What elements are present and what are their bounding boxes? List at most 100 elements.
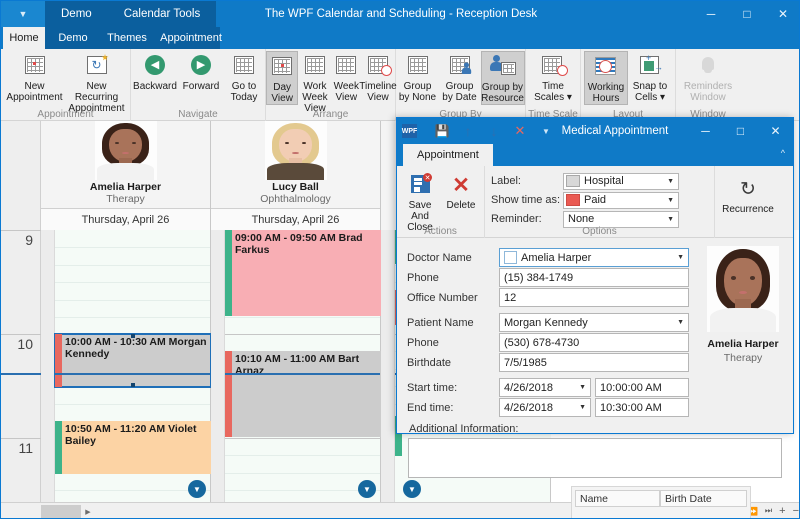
patient-name-combobox[interactable]: Morgan Kennedy ▼ [499, 313, 689, 332]
resource-card: Lucy Ball Ophthalmology [211, 121, 380, 206]
ribbon-group-group-by: Group by None Group by Date Group by Res… [396, 49, 526, 121]
nav-last-icon[interactable]: ⏭ [765, 506, 772, 516]
dialog-minimize-button[interactable]: ─ [688, 118, 723, 144]
button-label: Backward [133, 81, 177, 92]
button-snap-to-cells[interactable]: +→ Snap to Cells ▾ [628, 51, 672, 103]
resize-handle-bottom[interactable] [131, 383, 135, 387]
save-icon[interactable]: 💾 [429, 118, 455, 144]
arrow-down-icon[interactable]: ↓ [481, 118, 507, 144]
resource-column-lucy-ball[interactable]: Lucy Ball Ophthalmology Thursday, April … [211, 121, 381, 230]
chevron-down-icon[interactable]: ▼ [677, 254, 684, 261]
button-label: Group by None [399, 81, 436, 103]
quick-access-toolbar-dropdown[interactable]: ▼ [1, 1, 45, 27]
ribbon: New Appointment ↻ New Recurring Appointm… [1, 49, 800, 121]
button-save-and-close[interactable]: ✕ Save And Close [399, 170, 441, 233]
day-column-lucy-ball[interactable]: 09:00 AM - 09:50 AM Brad Farkus 10:10 AM… [211, 230, 381, 502]
button-new-recurring-appointment[interactable]: ↻ New Recurring Appointment [66, 51, 128, 114]
contextual-tab-demo[interactable]: Demo [45, 1, 108, 27]
time-cells[interactable]: 10:00 AM - 10:30 AM Morgan Kennedy 10:50… [55, 230, 210, 502]
patient-phone-input[interactable]: (530) 678-4730 [499, 333, 689, 352]
doctor-name-combobox[interactable]: Amelia Harper ▼ [499, 248, 689, 267]
button-time-scales[interactable]: Time Scales ▾ [529, 51, 577, 103]
collapse-ribbon-icon[interactable]: ^ [781, 148, 785, 158]
chevron-down-icon[interactable]: ▼ [667, 178, 674, 185]
resize-handle-top[interactable] [131, 334, 135, 338]
nav-add-icon[interactable]: + [779, 505, 785, 517]
arrow-up-icon[interactable]: ↑ [455, 118, 481, 144]
button-delete[interactable]: ✕ Delete [441, 170, 481, 233]
button-work-week-view[interactable]: Work Week View [298, 51, 331, 114]
button-week-view[interactable]: Week View [332, 51, 361, 103]
time-cells[interactable]: 09:00 AM - 09:50 AM Brad Farkus 10:10 AM… [225, 230, 380, 502]
tab-appointment[interactable]: Appointment [155, 27, 227, 49]
field-value: Morgan Kennedy [504, 317, 588, 329]
column-header-name[interactable]: Name [575, 490, 660, 507]
button-label: Week View [334, 81, 359, 103]
day-column-amelia-harper[interactable]: 10:00 AM - 10:30 AM Morgan Kennedy 10:50… [41, 230, 211, 502]
show-time-as-combobox[interactable]: Paid ▼ [563, 192, 679, 209]
tab-demo[interactable]: Demo [51, 27, 95, 49]
working-hours-icon [592, 54, 620, 80]
appointment-morgan-kennedy[interactable]: 10:00 AM - 10:30 AM Morgan Kennedy [55, 334, 211, 387]
patients-mini-grid[interactable]: Name Birth Date [571, 486, 751, 519]
contextual-tab-calendar-tools[interactable]: Calendar Tools [108, 1, 217, 27]
button-new-appointment[interactable]: New Appointment [4, 51, 66, 103]
more-appointments-button[interactable]: ▼ [358, 480, 376, 498]
button-forward[interactable]: ▶ Forward [178, 51, 224, 92]
appointment-bart-arnaz[interactable]: 10:10 AM - 11:00 AM Bart Arnaz [225, 351, 381, 437]
office-number-input[interactable]: 12 [499, 288, 689, 307]
doctor-phone-input[interactable]: (15) 384-1749 [499, 268, 689, 287]
dialog-close-button[interactable]: ✕ [758, 118, 793, 144]
dialog-tab-appointment[interactable]: Appointment [403, 144, 493, 166]
chevron-down-icon[interactable]: ▼ [579, 384, 586, 391]
nav-remove-icon[interactable]: − [793, 505, 799, 517]
button-day-view[interactable]: Day View [266, 51, 298, 105]
reminder-combobox[interactable]: None ▼ [563, 211, 679, 228]
end-time-input[interactable]: 10:30:00 AM [595, 398, 689, 417]
close-button[interactable]: ✕ [765, 1, 800, 27]
minimize-button[interactable]: ─ [693, 1, 729, 27]
chevron-down-icon[interactable]: ▼ [579, 404, 586, 411]
dialog-tab-strip: Appointment ^ [397, 144, 793, 166]
chevron-down-icon[interactable]: ▼ [667, 216, 674, 223]
column-header-birth-date[interactable]: Birth Date [660, 490, 747, 507]
button-recurrence[interactable]: ↻ Recurrence [717, 174, 779, 215]
chevron-down-icon[interactable]: ▼ [677, 319, 684, 326]
more-appointments-button[interactable]: ▼ [188, 480, 206, 498]
dialog-ribbon: ✕ Save And Close ✕ Delete Actions Label: [397, 166, 793, 238]
status-color-swatch [566, 194, 580, 206]
dialog-group-label: Options [485, 226, 714, 237]
button-group-by-date[interactable]: Group by Date [439, 51, 481, 103]
hour-label-11: 11 [1, 440, 33, 456]
dialog-title-bar: WPF 💾 ↑ ↓ ✕ ▼ Medical Appointment ─ □ ✕ [397, 118, 793, 144]
tab-home[interactable]: Home [3, 27, 45, 49]
appointment-violet-bailey[interactable]: 10:50 AM - 11:20 AM Violet Bailey [55, 421, 211, 474]
more-appointments-button[interactable]: ▼ [403, 480, 421, 498]
dialog-maximize-button[interactable]: □ [723, 118, 758, 144]
label-combobox[interactable]: Hospital ▼ [563, 173, 679, 190]
maximize-button[interactable]: □ [729, 1, 765, 27]
button-timeline-view[interactable]: Timeline View [361, 51, 395, 103]
ribbon-group-label: Arrange [266, 109, 395, 120]
wpf-logo-icon: WPF [402, 124, 417, 138]
birthdate-input[interactable]: 7/5/1985 [499, 353, 689, 372]
scroll-right-button[interactable]: ▶ [81, 505, 95, 518]
qat-dropdown-icon[interactable]: ▼ [533, 118, 559, 144]
button-group-by-resource[interactable]: Group by Resource [481, 51, 525, 105]
appointment-brad-farkus[interactable]: 09:00 AM - 09:50 AM Brad Farkus [225, 230, 381, 316]
button-group-by-none[interactable]: Group by None [397, 51, 439, 103]
chevron-down-icon[interactable]: ▼ [667, 197, 674, 204]
horizontal-scrollbar[interactable]: ▶ [41, 503, 561, 519]
button-go-to-today[interactable]: Go to Today [224, 51, 264, 103]
end-date-picker[interactable]: 4/26/2018 ▼ [499, 398, 591, 417]
additional-information-textarea[interactable] [408, 438, 782, 478]
tab-themes[interactable]: Themes [101, 27, 153, 49]
button-working-hours[interactable]: Working Hours [584, 51, 628, 105]
button-backward[interactable]: ◀ Backward [132, 51, 178, 92]
doctor-card-name: Amelia Harper [707, 338, 778, 350]
start-time-input[interactable]: 10:00:00 AM [595, 378, 689, 397]
delete-icon[interactable]: ✕ [507, 118, 533, 144]
doctor-card-specialty: Therapy [724, 352, 763, 364]
start-date-picker[interactable]: 4/26/2018 ▼ [499, 378, 591, 397]
resource-column-amelia-harper[interactable]: Amelia Harper Therapy Thursday, April 26 [41, 121, 211, 230]
